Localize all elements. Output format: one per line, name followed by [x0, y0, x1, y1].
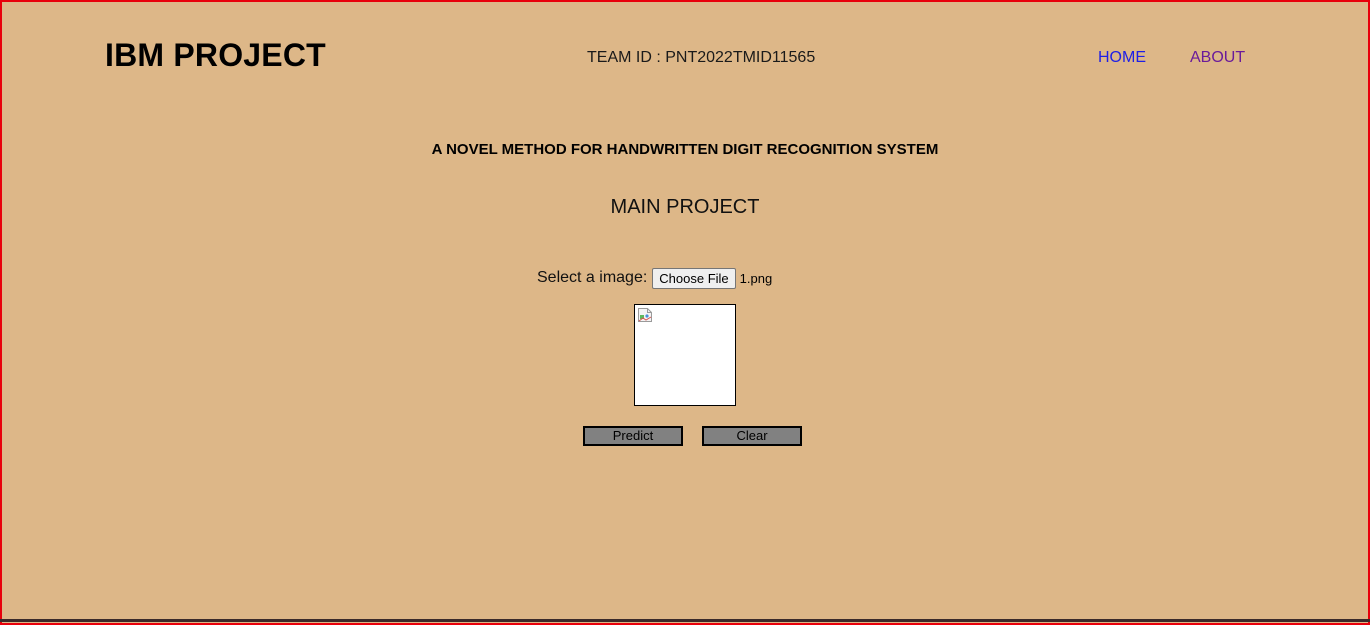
brand-title: IBM PROJECT — [105, 37, 326, 73]
choose-file-button[interactable]: Choose File — [652, 267, 736, 289]
bottom-divider — [0, 619, 1370, 622]
nav-home-link[interactable]: HOME — [1098, 49, 1146, 67]
predict-button[interactable]: Predict — [583, 426, 683, 446]
clear-button[interactable]: Clear — [702, 426, 802, 446]
image-preview — [634, 304, 736, 406]
team-id-text: TEAM ID : PNT2022TMID11565 — [587, 49, 816, 66]
broken-image-icon — [638, 308, 652, 322]
file-upload-label: Select a image: — [537, 269, 648, 286]
selected-file-name: 1.png — [739, 270, 773, 286]
page-frame: IBM PROJECT TEAM ID : PNT2022TMID11565 H… — [0, 0, 1370, 625]
nav-about-link[interactable]: ABOUT — [1190, 49, 1245, 67]
project-headline: A NOVEL METHOD FOR HANDWRITTEN DIGIT REC… — [431, 141, 939, 158]
section-title: MAIN PROJECT — [610, 196, 760, 218]
file-upload-row: Select a image: Choose File 1.png — [537, 266, 772, 290]
